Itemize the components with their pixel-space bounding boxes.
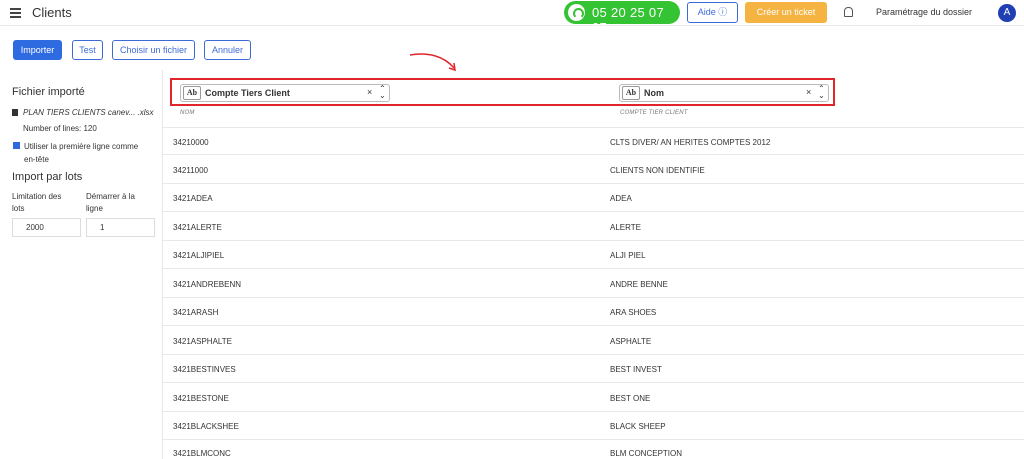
table-cell: 3421ALERTE [173,223,222,232]
table-cell: ALJI PIEL [610,251,646,260]
table-row: 3421BLACKSHEE BLACK SHEEP [163,412,1024,440]
table-cell: 3421BESTONE [173,394,229,403]
hamburger-menu-icon[interactable] [10,8,21,18]
file-icon [12,109,18,116]
table-cell: 3421ALJIPIEL [173,251,225,260]
table-cell: 34210000 [173,138,209,147]
chevron-updown-icon[interactable]: ⌃ ⌄ [379,85,386,100]
page-title: Clients [32,5,72,20]
table-cell: BLM CONCEPTION [610,449,683,458]
table-cell: CLTS DIVER/ AN HERITES COMPTES 2012 [610,138,771,147]
line-count: Number of lines: 120 [23,124,97,133]
table-row: 3421ARASH ARA SHOES [163,298,1024,326]
batch-limit-input[interactable]: 2000 [12,218,81,237]
phone-number: 05 20 25 07 07 [592,5,664,35]
headset-icon [568,4,585,21]
table-cell: ASPHALTE [610,337,652,346]
table-row: 34210000 CLTS DIVER/ AN HERITES COMPTES 2… [163,127,1024,155]
annotation-arrow [409,53,456,72]
test-button[interactable]: Test [72,40,103,60]
bell-icon[interactable] [844,7,853,17]
table-row: 34211000 CLIENTS NON IDENTIFIE [163,156,1024,184]
choose-file-button[interactable]: Choisir un fichier [112,40,195,60]
table-cell: BEST INVEST [610,365,662,374]
text-type-icon: Ab [622,86,640,100]
help-button[interactable]: Aide ⓘ [687,2,738,23]
column-header: COMPTE TIER CLIENT [620,110,688,116]
use-first-row-checkbox[interactable] [13,142,20,149]
import-options-panel: Fichier importé PLAN TIERS CLIENTS canev… [0,70,163,459]
table-cell: ANDRE BENNE [610,280,668,289]
clear-icon[interactable]: × [367,87,372,97]
mapping-value-col1: Compte Tiers Client [205,88,290,98]
import-button[interactable]: Importer [13,40,62,60]
table-row: 3421ALJIPIEL ALJI PIEL [163,241,1024,269]
batch-limit-label: Limitation des lots [12,192,62,213]
column-mapping-row: Ab Compte Tiers Client × ⌃ ⌄ Ab Nom × ⌃ ⌄ [170,78,835,106]
chevron-updown-icon[interactable]: ⌃ ⌄ [818,85,825,100]
folder-settings-link[interactable]: Paramétrage du dossier [876,7,972,17]
mapping-select-col2[interactable]: Ab Nom × ⌃ ⌄ [619,84,829,102]
table-cell: BEST ONE [610,394,651,403]
table-cell: BLACK SHEEP [610,422,666,431]
table-row: 3421BESTONE BEST ONE [163,384,1024,412]
table-cell: 3421ASPHALTE [173,337,232,346]
clear-icon[interactable]: × [806,87,811,97]
table-cell: 3421ARASH [173,308,219,317]
column-header: NOM [180,110,195,116]
cancel-button[interactable]: Annuler [204,40,251,60]
table-row: 3421ADEA ADEA [163,184,1024,212]
table-row: 3421BLMCONC BLM CONCEPTION [163,441,1024,459]
table-cell: 3421ADEA [173,194,213,203]
table-row: 3421ANDREBENN ANDRE BENNE [163,270,1024,298]
top-bar: Clients 05 20 25 07 07 Aide ⓘ Créer un t… [0,0,1024,35]
text-type-icon: Ab [183,86,201,100]
table-cell: 3421BLMCONC [173,449,231,458]
batch-import-heading: Import par lots [12,171,83,183]
table-cell: ADEA [610,194,632,203]
table-cell: CLIENTS NON IDENTIFIE [610,166,705,175]
help-circle-icon: ⓘ [718,7,728,17]
table-row: 3421ALERTE ALERTE [163,213,1024,241]
table-cell: 34211000 [173,166,208,175]
start-line-input[interactable]: 1 [86,218,155,237]
start-line-label: Démarrer à la ligne [86,192,135,213]
use-first-row-label: Utiliser la première ligne comme en-tête [24,142,139,164]
imported-file-heading: Fichier importé [12,86,85,98]
mapping-value-col2: Nom [644,88,664,98]
mapping-select-col1[interactable]: Ab Compte Tiers Client × ⌃ ⌄ [180,84,390,102]
phone-support-button[interactable]: 05 20 25 07 07 [564,1,680,35]
table-cell: 3421BESTINVES [173,365,236,374]
file-name: PLAN TIERS CLIENTS canev... .xlsx [23,108,154,117]
help-label: Aide [697,7,716,17]
table-cell: 3421BLACKSHEE [173,422,239,431]
table-row: 3421BESTINVES BEST INVEST [163,355,1024,383]
table-cell: ALERTE [610,223,641,232]
create-ticket-button[interactable]: Créer un ticket [745,2,827,23]
avatar[interactable]: A [998,4,1016,22]
table-cell: 3421ANDREBENN [173,280,242,289]
table-cell: ARA SHOES [610,308,657,317]
table-row: 3421ASPHALTE ASPHALTE [163,327,1024,355]
